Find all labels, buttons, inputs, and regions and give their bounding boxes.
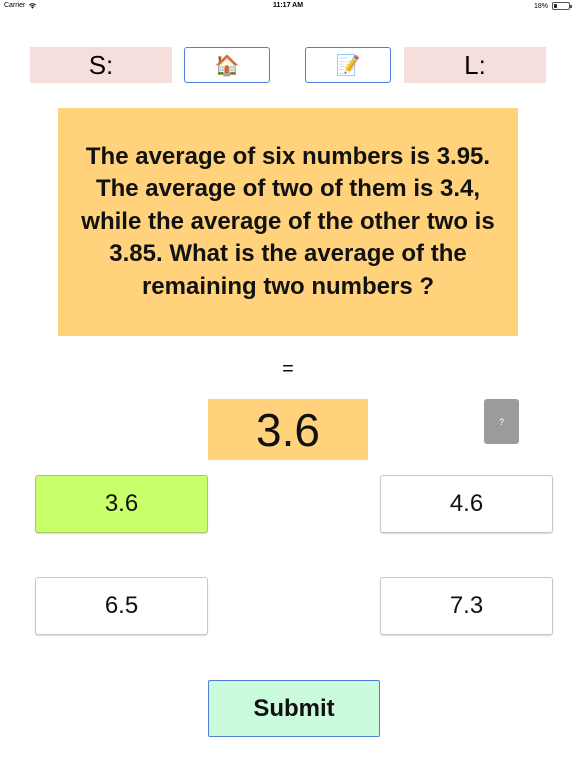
battery-fill xyxy=(554,4,557,8)
question-text: The average of six numbers is 3.95. The … xyxy=(81,141,494,304)
score-l-box: L: xyxy=(404,47,546,83)
notes-button[interactable]: 📝 xyxy=(305,47,391,83)
question-line: 3.85. What is the average of the xyxy=(109,240,467,268)
answer-display: 3.6 xyxy=(208,399,368,460)
question-line: remaining two numbers ? xyxy=(141,272,434,300)
question-card: The average of six numbers is 3.95. The … xyxy=(58,108,518,336)
score-s-box: S: xyxy=(30,47,172,83)
score-l-label: L: xyxy=(464,49,486,80)
option-button[interactable]: 4.6 xyxy=(380,475,553,533)
option-button[interactable]: 6.5 xyxy=(35,577,208,635)
score-s-label: S: xyxy=(88,49,114,80)
question-line: The average of two of them is 3.4, xyxy=(95,175,481,203)
submit-button[interactable]: Submit xyxy=(208,680,380,737)
home-icon: 🏠 xyxy=(214,54,240,77)
notes-icon: 📝 xyxy=(335,54,361,77)
battery-icon xyxy=(552,2,572,10)
equals-sign: = xyxy=(282,358,294,380)
option-button[interactable]: 7.3 xyxy=(380,577,553,635)
status-bar: Carrier 11:17 AM 18% xyxy=(0,0,576,14)
option-button[interactable]: 3.6 xyxy=(35,475,208,533)
home-button[interactable]: 🏠 xyxy=(184,47,270,83)
question-line: The average of six numbers is 3.95. xyxy=(85,142,491,170)
hint-button[interactable]: ? xyxy=(484,399,519,444)
status-right: 18% xyxy=(533,2,572,10)
question-line: while the average of the other two is xyxy=(81,207,495,235)
battery-percent: 18% xyxy=(533,2,548,10)
status-time: 11:17 AM xyxy=(272,2,304,9)
